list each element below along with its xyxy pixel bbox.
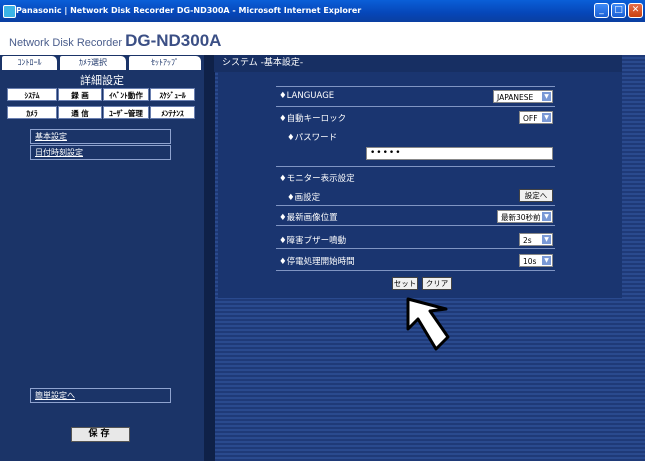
category-schedule[interactable]: ｽｹｼﾞｭｰﾙ: [150, 88, 195, 101]
latest-image-value: 最新30秒前: [501, 213, 541, 222]
tab-camera-select[interactable]: ｶﾒﾗ選択: [60, 56, 126, 70]
password-input[interactable]: •••••: [366, 147, 553, 160]
monitor-display-label: ♦モニター表示設定: [279, 174, 355, 184]
chevron-down-icon: ▼: [542, 212, 551, 221]
detail-settings-title: 詳細設定: [80, 74, 124, 87]
chevron-down-icon: ▼: [542, 92, 551, 101]
language-value: JAPANESE: [497, 93, 534, 102]
panel-divider: [204, 55, 215, 461]
autokeylock-value: OFF: [523, 114, 538, 123]
minimize-button[interactable]: _: [594, 3, 609, 18]
divider: [276, 166, 555, 167]
chevron-down-icon: ▼: [542, 113, 551, 122]
window-title: Panasonic | Network Disk Recorder DG-ND3…: [16, 6, 362, 15]
divider: [276, 205, 555, 206]
language-select[interactable]: JAPANESE ▼: [493, 90, 553, 103]
brand-prefix: Network Disk Recorder: [9, 37, 123, 49]
save-button[interactable]: 保存: [71, 427, 130, 442]
brand-model: DG-ND300A: [125, 31, 222, 50]
power-fail-value: 10s: [523, 257, 537, 266]
divider: [276, 225, 555, 226]
divider: [276, 248, 555, 249]
close-button[interactable]: ✕: [628, 3, 643, 18]
power-fail-label: ♦停電処理開始時間: [279, 257, 355, 267]
divider: [276, 86, 555, 87]
submenu-basic-settings[interactable]: 基本設定: [30, 129, 171, 144]
window-titlebar: Panasonic | Network Disk Recorder DG-ND3…: [0, 0, 645, 22]
brand: Network Disk Recorder DG-ND300A: [9, 31, 221, 51]
category-system[interactable]: ｼｽﾃﾑ: [7, 88, 57, 101]
category-network[interactable]: 通 信: [58, 106, 102, 119]
latest-image-select[interactable]: 最新30秒前 ▼: [497, 210, 553, 223]
category-user-management[interactable]: ﾕｰｻﾞｰ管理: [103, 106, 149, 119]
divider: [276, 270, 555, 271]
page-title: システム -基本設定-: [214, 55, 622, 72]
chevron-down-icon: ▼: [542, 235, 551, 244]
category-maintenance[interactable]: ﾒﾝﾃﾅﾝｽ: [150, 106, 195, 119]
power-fail-select[interactable]: 10s ▼: [519, 254, 553, 267]
latest-image-label: ♦最新画像位置: [279, 213, 338, 223]
easy-setup-link[interactable]: 簡単設定へ: [30, 388, 171, 403]
buzzer-select[interactable]: 2s ▼: [519, 233, 553, 246]
category-camera[interactable]: ｶﾒﾗ: [7, 106, 57, 119]
app-icon: [3, 5, 16, 18]
buzzer-value: 2s: [523, 236, 532, 245]
tab-control[interactable]: ｺﾝﾄﾛｰﾙ: [2, 56, 57, 70]
password-label: ♦パスワード: [287, 133, 338, 143]
category-event[interactable]: ｲﾍﾞﾝﾄ動作: [103, 88, 149, 101]
tab-setup[interactable]: ｾｯﾄｱｯﾌﾟ: [129, 56, 201, 70]
autokeylock-label: ♦自動キーロック: [279, 114, 347, 124]
autokeylock-select[interactable]: OFF ▼: [519, 111, 553, 124]
clear-button[interactable]: クリア: [422, 277, 452, 290]
screen-setting-label: ♦画設定: [287, 193, 321, 203]
category-recording[interactable]: 録 画: [58, 88, 102, 101]
divider: [276, 106, 555, 107]
chevron-down-icon: ▼: [542, 256, 551, 265]
pointer-arrow-icon: [406, 297, 450, 351]
set-button[interactable]: セット: [392, 277, 418, 290]
submenu-datetime-settings[interactable]: 日付時刻設定: [30, 145, 171, 160]
maximize-button[interactable]: □: [611, 3, 626, 18]
screen-settings-button[interactable]: 設定へ: [519, 189, 553, 202]
language-label: ♦LANGUAGE: [279, 91, 335, 101]
buzzer-label: ♦障害ブザー鳴動: [279, 236, 347, 246]
